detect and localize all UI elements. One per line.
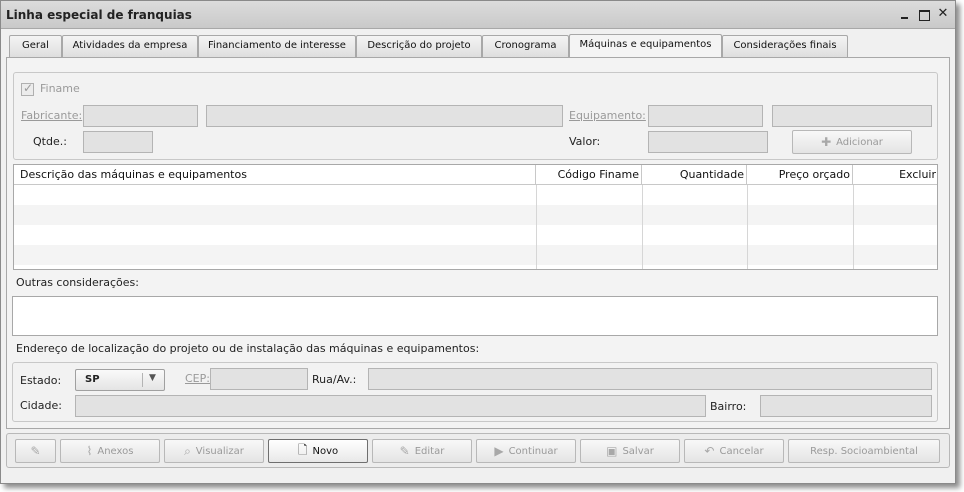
col-preco-orcado[interactable]: Preço orçado: [747, 165, 853, 185]
editar-button-label: Editar: [414, 445, 445, 457]
bairro-label: Bairro:: [710, 400, 747, 413]
col-quantidade[interactable]: Quantidade: [642, 165, 747, 185]
tab-cronograma[interactable]: Cronograma: [482, 35, 569, 57]
resp-socioambiental-button[interactable]: Resp. Socioambiental: [788, 439, 940, 463]
title-bar: Linha especial de franquias ✕: [1, 1, 955, 29]
continuar-button-label: Continuar: [508, 445, 558, 457]
equipamento-link[interactable]: Equipamento:: [569, 109, 646, 122]
fabricante-link[interactable]: Fabricante:: [21, 109, 82, 122]
bairro-field[interactable]: [760, 395, 932, 417]
note-icon: ✎: [30, 444, 41, 458]
close-button[interactable]: ✕: [936, 7, 950, 21]
salvar-button[interactable]: ▣ Salvar: [580, 439, 680, 463]
maquinas-table[interactable]: Descrição das máquinas e equipamentos Có…: [13, 164, 938, 270]
maximize-button[interactable]: [917, 7, 931, 21]
table-row[interactable]: [14, 245, 937, 265]
column-divider: [642, 185, 643, 269]
floppy-disk-icon: ▣: [606, 444, 618, 458]
endereco-label: Endereço de localização do projeto ou de…: [16, 342, 480, 355]
anexos-button-label: Anexos: [97, 445, 134, 457]
outras-consideracoes-label: Outras considerações:: [16, 276, 139, 289]
estado-select-value: SP: [85, 374, 100, 385]
cep-link[interactable]: CEP:: [185, 372, 210, 385]
rua-label: Rua/Av.:: [312, 373, 357, 386]
col-codigo-finame[interactable]: Código Finame: [536, 165, 642, 185]
fabricante-name-field[interactable]: [206, 105, 563, 127]
qtde-label: Qtde.:: [33, 135, 67, 148]
equipamento-name-field[interactable]: [772, 105, 932, 127]
equipamento-code-field[interactable]: [648, 105, 763, 127]
estado-label: Estado:: [20, 374, 62, 387]
column-divider: [747, 185, 748, 269]
window-title: Linha especial de franquias: [6, 8, 192, 22]
tab-financiamento-de-interesse[interactable]: Financiamento de interesse: [198, 35, 356, 57]
undo-arrow-icon: ↶: [704, 444, 715, 458]
plus-icon: ✚: [821, 135, 832, 149]
table-row[interactable]: [14, 225, 937, 245]
adicionar-button-label: Adicionar: [836, 136, 883, 148]
continuar-button[interactable]: ▶ Continuar: [476, 439, 576, 463]
column-divider: [853, 185, 854, 269]
outras-consideracoes-textarea[interactable]: [12, 296, 938, 336]
select-separator: [142, 373, 143, 387]
salvar-button-label: Salvar: [622, 445, 654, 457]
col-excluir[interactable]: Excluir: [853, 165, 937, 185]
cancelar-button-label: Cancelar: [719, 445, 764, 457]
play-icon: ▶: [494, 444, 504, 458]
qtde-field[interactable]: [83, 131, 153, 153]
table-row[interactable]: [14, 205, 937, 225]
resp-socioambiental-button-label: Resp. Socioambiental: [810, 445, 918, 457]
tab-atividades-da-empresa[interactable]: Atividades da empresa: [62, 35, 198, 57]
adicionar-button[interactable]: ✚ Adicionar: [792, 130, 912, 154]
cep-field[interactable]: [210, 368, 308, 390]
tab-geral[interactable]: Geral: [9, 35, 62, 57]
pencil-icon: ✎: [399, 444, 410, 458]
fabricante-code-field[interactable]: [83, 105, 198, 127]
cidade-field[interactable]: [75, 395, 706, 417]
table-row[interactable]: [14, 185, 937, 205]
finame-checkbox-label: Finame: [40, 82, 80, 95]
magnifier-icon: ⌕: [184, 443, 191, 458]
notes-button[interactable]: ✎: [15, 439, 56, 463]
table-header: Descrição das máquinas e equipamentos Có…: [14, 165, 937, 185]
novo-button-label: Novo: [312, 445, 339, 457]
visualizar-button-label: Visualizar: [195, 445, 244, 457]
anexos-button[interactable]: ⌇ Anexos: [60, 439, 160, 463]
cancelar-button[interactable]: ↶ Cancelar: [684, 439, 784, 463]
visualizar-button[interactable]: ⌕ Visualizar: [164, 439, 264, 463]
novo-button[interactable]: 🗋 Novo: [268, 439, 368, 463]
tab-descricao-do-projeto[interactable]: Descrição do projeto: [356, 35, 482, 57]
valor-label: Valor:: [569, 135, 601, 148]
tab-consideracoes-finais[interactable]: Considerações finais: [722, 35, 848, 57]
column-divider: [536, 185, 537, 269]
rua-field[interactable]: [368, 368, 932, 390]
new-document-icon: 🗋: [297, 442, 308, 457]
paperclip-icon: ⌇: [86, 444, 93, 458]
tab-maquinas-e-equipamentos[interactable]: Máquinas e equipamentos: [569, 34, 722, 58]
estado-select[interactable]: SP ▼: [75, 369, 165, 391]
editar-button[interactable]: ✎ Editar: [372, 439, 472, 463]
chevron-down-icon: ▼: [149, 373, 156, 383]
finame-checkbox[interactable]: [21, 81, 34, 96]
minimize-button[interactable]: [898, 7, 912, 21]
valor-field[interactable]: [648, 131, 768, 153]
cidade-label: Cidade:: [20, 399, 62, 412]
col-descricao[interactable]: Descrição das máquinas e equipamentos: [14, 165, 536, 185]
